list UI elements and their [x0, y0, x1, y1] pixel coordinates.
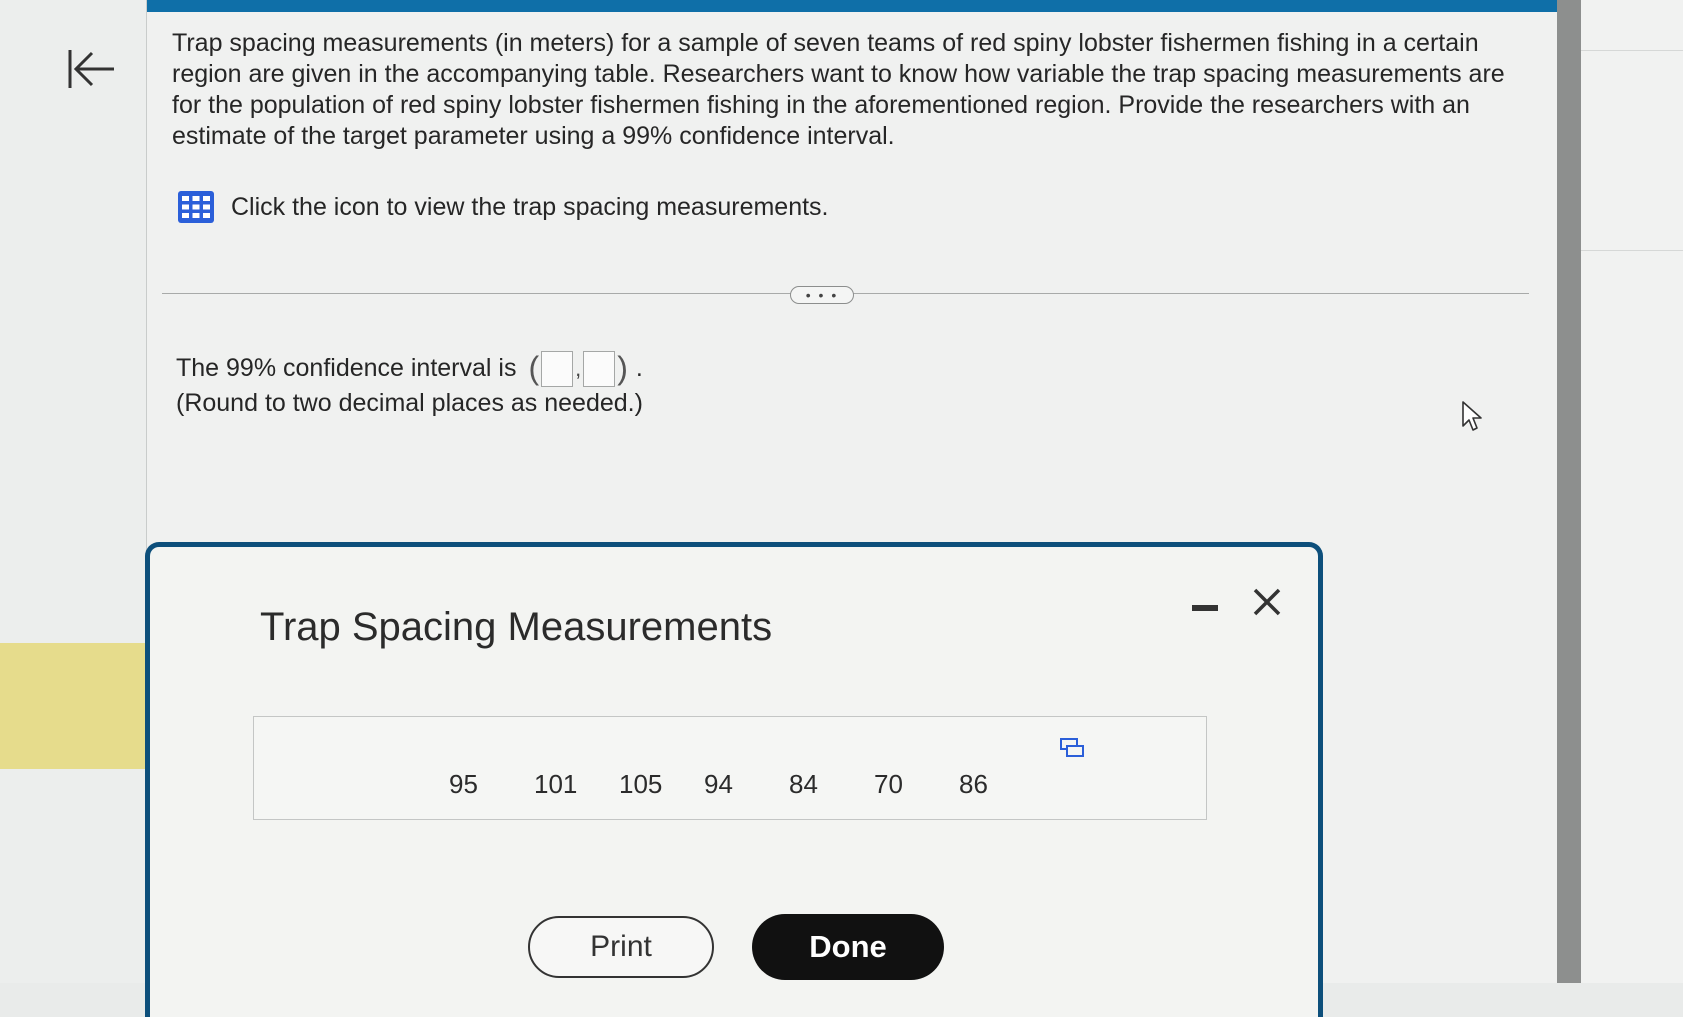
back-to-start-arrow-icon: [68, 50, 114, 88]
done-button[interactable]: Done: [752, 914, 944, 980]
open-paren: (: [528, 350, 540, 386]
interval-separator: ,: [575, 355, 582, 381]
close-paren: ): [617, 350, 628, 386]
left-rail: [0, 0, 147, 983]
dialog-title: Trap Spacing Measurements: [260, 605, 773, 649]
mouse-pointer-icon: [1462, 401, 1482, 431]
right-pane: [1581, 0, 1683, 983]
answer-prompt: The 99% confidence interval is: [176, 354, 517, 382]
lower-bound-input[interactable]: [541, 350, 574, 387]
view-table-link[interactable]: Click the icon to view the trap spacing …: [177, 190, 829, 224]
measurement-cell: 86: [959, 769, 988, 799]
measurements-table: 95 101 105 94 84 70 86: [253, 716, 1207, 820]
rounding-note: (Round to two decimal places as needed.): [176, 389, 643, 417]
back-to-start-button[interactable]: [62, 40, 120, 98]
expand-more-button[interactable]: • • •: [790, 286, 854, 304]
answer-period: .: [635, 354, 643, 382]
measurement-cell: 94: [704, 769, 733, 799]
measurement-cell: 105: [619, 769, 663, 799]
top-accent-bar: [120, 0, 1560, 12]
measurement-cell: 84: [789, 769, 818, 799]
minimize-icon[interactable]: [1190, 601, 1220, 615]
measurement-cell: 101: [534, 769, 578, 799]
upper-bound-input[interactable]: [583, 350, 616, 387]
measurements-row: 95 101 105 94 84 70 86: [449, 769, 1044, 800]
right-pane-divider: [1581, 50, 1683, 51]
confidence-interval-answer: The 99% confidence interval is ( , ) .: [176, 350, 643, 387]
question-text: Trap spacing measurements (in meters) fo…: [172, 29, 1505, 150]
copy-icon[interactable]: [1059, 737, 1085, 759]
grid-table-icon[interactable]: [177, 190, 215, 224]
print-button[interactable]: Print: [528, 916, 714, 978]
close-icon[interactable]: [1247, 582, 1287, 622]
view-table-link-label[interactable]: Click the icon to view the trap spacing …: [231, 193, 829, 222]
left-rail-highlight: [0, 643, 146, 769]
panel-scroll-edge: [1557, 0, 1581, 983]
data-table-dialog: Trap Spacing Measurements 95 101 105 94 …: [145, 542, 1323, 1017]
right-pane-divider: [1581, 250, 1683, 251]
measurement-cell: 95: [449, 769, 478, 799]
measurement-cell: 70: [874, 769, 903, 799]
